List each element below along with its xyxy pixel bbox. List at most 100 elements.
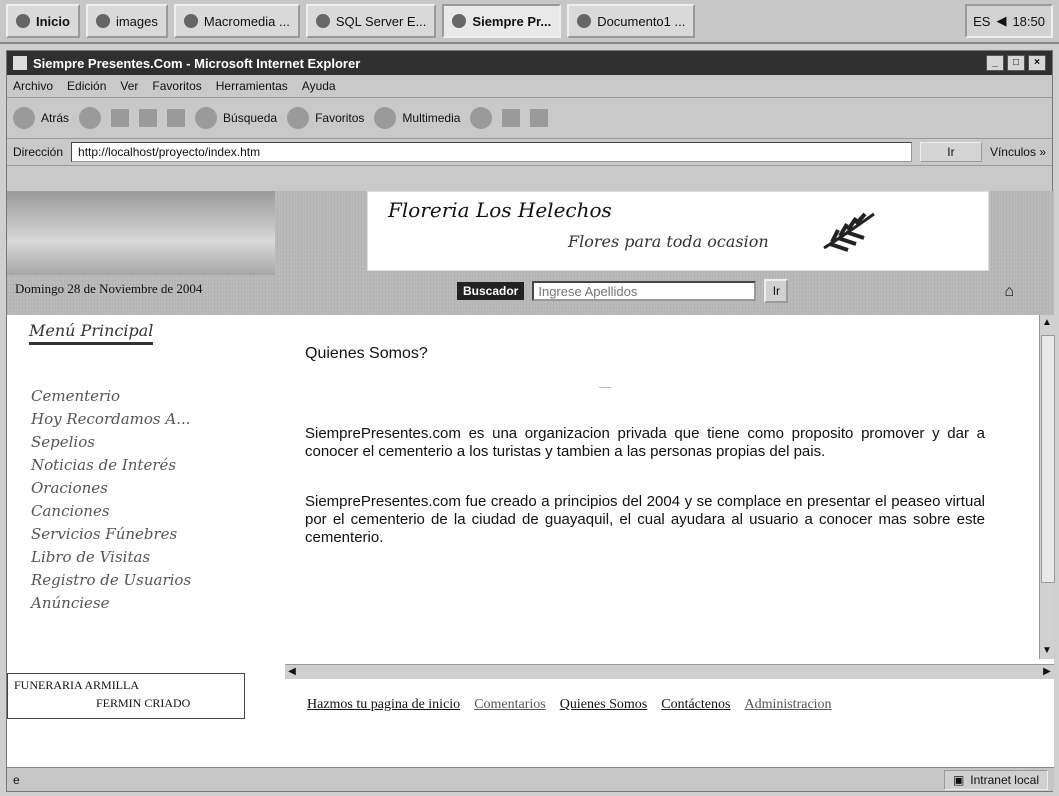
stop-button[interactable] [111,109,130,127]
scroll-thumb[interactable] [1041,335,1055,583]
sidebar-item-canciones[interactable]: Canciones [31,500,249,523]
links-label[interactable]: Vínculos » [990,145,1046,159]
taskbar: Inicio images Macromedia ... SQL Server … [0,0,1059,44]
address-input[interactable]: http://localhost/proyecto/index.htm [71,142,912,162]
taskbar-button-macromedia[interactable]: Macromedia ... [173,4,300,38]
forward-arrow-icon [79,107,102,129]
sidebar-item-libro[interactable]: Libro de Visitas [31,546,249,569]
search-label: Buscador [457,282,525,300]
home-button[interactable] [167,109,186,127]
logo-title: Floreria Los Helechos [388,198,612,222]
search-go-button[interactable]: Ir [764,279,789,303]
system-tray: ES ◀ 18:50 [965,4,1053,38]
print-icon [530,109,549,127]
multimedia-button[interactable]: Multimedia [374,107,460,129]
sidebar-item-servicios[interactable]: Servicios Fúnebres [31,523,249,546]
menu-herramientas[interactable]: Herramientas [216,79,288,93]
database-icon [315,14,330,28]
page-date: Domingo 28 de Noviembre de 2004 [15,281,203,296]
sidebar-item-cementerio[interactable]: Cementerio [31,385,249,408]
taskbar-button-images[interactable]: images [85,4,168,38]
sidebar-item-noticias[interactable]: Noticias de Interés [31,454,249,477]
footer-links: Hazmos tu pagina de inicio Comentarios Q… [307,697,832,713]
sidebar-menu: Cementerio Hoy Recordamos A... Sepelios … [31,385,249,615]
divider [599,387,611,388]
sidebar-item-sepelios[interactable]: Sepelios [31,431,249,454]
mail-button[interactable] [502,109,521,127]
footer-link-comentarios[interactable]: Comentarios [474,697,546,713]
scroll-down-icon[interactable]: ▼ [1040,643,1054,659]
menu-archivo[interactable]: Archivo [13,79,53,93]
sidebar-item-hoy-recordamos[interactable]: Hoy Recordamos A... [31,408,249,431]
menu-title: Menú Principal [29,321,154,345]
menu-favoritos[interactable]: Favoritos [152,79,201,93]
content-area: Menú Principal Cementerio Hoy Recordamos… [7,315,1055,767]
refresh-icon [139,109,158,127]
web-page: Domingo 28 de Noviembre de 2004 Floreria… [7,191,1055,767]
home-icon [167,109,186,127]
page-banner: Domingo 28 de Noviembre de 2004 Floreria… [7,191,1054,315]
search-input[interactable] [532,281,757,301]
language-indicator[interactable]: ES [973,14,990,29]
maximize-button[interactable]: □ [1007,55,1025,71]
about-paragraph-1: SiemprePresentes.com es una organizacion… [305,425,985,460]
footer-link-quienes[interactable]: Quienes Somos [560,697,648,713]
window-title: Siempre Presentes.Com - Microsoft Intern… [33,55,361,71]
scroll-up-icon[interactable]: ▲ [1040,315,1054,331]
sidebar: Menú Principal Cementerio Hoy Recordamos… [7,315,249,767]
sponsor-logo: Floreria Los Helechos Flores para toda o… [367,191,989,271]
clock[interactable]: 18:50 [1012,14,1045,29]
status-zone-label: Intranet local [970,772,1039,787]
status-bar: e ▣ Intranet local [7,767,1054,791]
page-title: Quienes Somos? [305,345,428,362]
ie-icon [452,14,467,28]
sidebar-item-registro[interactable]: Registro de Usuarios [31,569,249,592]
funeraria-name: FUNERARIA ARMILLA [14,678,140,692]
start-button[interactable]: Inicio [6,4,80,38]
logo-subtitle: Flores para toda ocasion [568,232,769,251]
scroll-right-icon[interactable]: ▶ [1040,665,1054,679]
funeraria-ad[interactable]: FUNERARIA ARMILLA FERMIN CRIADO [7,673,245,719]
sidebar-item-oraciones[interactable]: Oraciones [31,477,249,500]
fern-icon [823,212,875,252]
taskbar-button-sqlserver[interactable]: SQL Server E... [305,4,437,38]
close-button[interactable]: × [1028,55,1046,71]
search-button[interactable]: Búsqueda [195,107,277,129]
folder-icon [95,14,110,28]
footer-link-admin[interactable]: Administracion [744,697,831,713]
media-icon [374,107,397,129]
scroll-left-icon[interactable]: ◀ [285,665,299,679]
footer-link-contactenos[interactable]: Contáctenos [661,697,730,713]
print-button[interactable] [530,109,549,127]
horizontal-scrollbar[interactable]: ◀ ▶ [285,664,1054,679]
back-button[interactable]: Atrás [13,107,69,129]
forward-button[interactable] [79,107,102,129]
menu-edicion[interactable]: Edición [67,79,106,93]
browser-window: Siempre Presentes.Com - Microsoft Intern… [6,50,1055,792]
mail-icon [502,109,521,127]
document-icon [577,14,592,28]
menu-ayuda[interactable]: Ayuda [302,79,336,93]
minimize-button[interactable]: _ [986,55,1004,71]
home-icon[interactable]: ⌂ [1004,283,1014,301]
menu-ver[interactable]: Ver [120,79,138,93]
footer-link-home[interactable]: Hazmos tu pagina de inicio [307,697,460,713]
history-button[interactable] [470,107,493,129]
sidebar-item-anunciese[interactable]: Anúnciese [31,592,249,615]
vertical-scrollbar[interactable]: ▲ ▼ [1039,315,1055,659]
taskbar-button-documento[interactable]: Documento1 ... [567,4,696,38]
speaker-icon[interactable]: ◀ [996,13,1006,29]
menubar: Archivo Edición Ver Favoritos Herramient… [7,75,1052,98]
about-paragraph-2: SiemprePresentes.com fue creado a princi… [305,493,985,546]
taskbar-button-siempre[interactable]: Siempre Pr... [442,4,562,38]
banner-image [7,191,275,275]
go-button[interactable]: Ir [919,142,982,162]
status-icon: e [13,772,20,787]
star-icon [287,107,310,129]
start-label: Inicio [36,13,70,29]
refresh-button[interactable] [139,109,158,127]
window-controls: _ □ × [986,55,1046,71]
window-titlebar[interactable]: Siempre Presentes.Com - Microsoft Intern… [7,51,1052,75]
search-area: Buscador Ir [457,279,789,303]
favorites-button[interactable]: Favoritos [287,107,364,129]
